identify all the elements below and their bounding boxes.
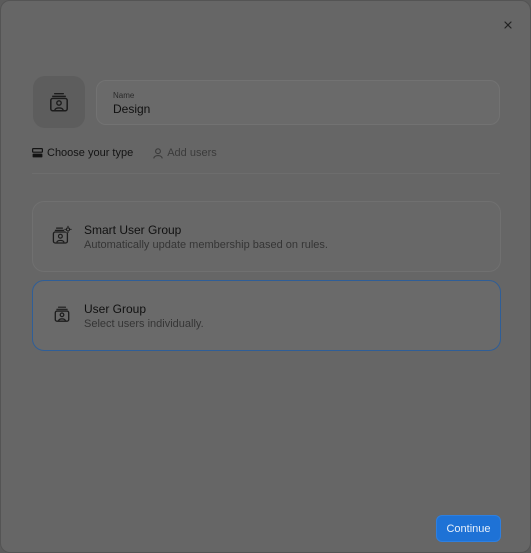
user-group-icon <box>54 306 70 322</box>
group-avatar[interactable] <box>33 76 85 128</box>
continue-button[interactable]: Continue <box>436 515 501 542</box>
option-user-group[interactable]: User Group Select users individually. <box>32 280 501 351</box>
step-tabs: Choose your type Add users <box>32 145 237 161</box>
group-type-icon <box>32 148 43 158</box>
user-group-icon <box>50 93 68 112</box>
option-title: Smart User Group <box>84 223 182 237</box>
tab-choose-type-label: Choose your type <box>47 147 134 159</box>
divider <box>32 173 500 174</box>
close-icon <box>504 21 512 29</box>
name-field[interactable]: Name <box>96 80 500 125</box>
smart-user-group-icon <box>52 225 72 244</box>
option-description: Automatically update membership based on… <box>84 239 328 251</box>
option-description: Select users individually. <box>84 318 204 330</box>
name-input[interactable] <box>113 102 473 116</box>
user-icon <box>153 147 163 159</box>
tab-add-users-label: Add users <box>167 147 217 159</box>
tab-add-users[interactable]: Add users <box>153 147 217 159</box>
name-label: Name <box>113 91 135 100</box>
option-smart-user-group[interactable]: Smart User Group Automatically update me… <box>32 201 501 272</box>
close-button[interactable] <box>500 17 516 33</box>
tab-choose-type[interactable]: Choose your type <box>32 147 133 159</box>
option-title: User Group <box>84 302 147 316</box>
create-user-group-dialog: Name Choose your type Add users <box>0 0 531 553</box>
